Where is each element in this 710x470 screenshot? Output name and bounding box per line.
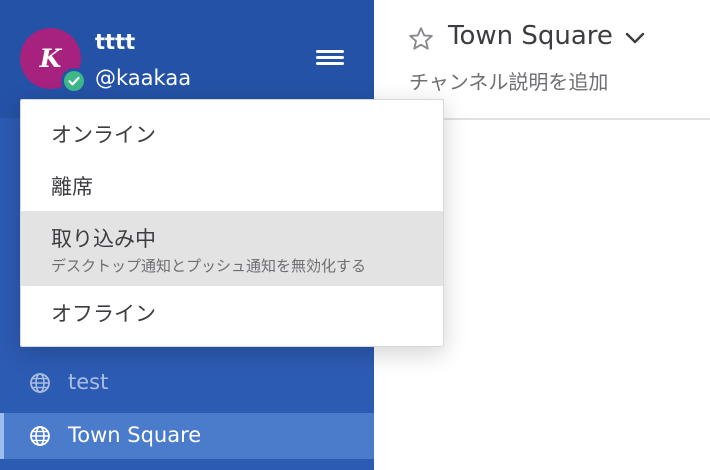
status-option-label: オフライン (51, 302, 156, 326)
sidebar-item-test[interactable]: test (0, 360, 374, 406)
add-channel-description-link[interactable]: チャンネル説明を追加 (409, 66, 608, 95)
status-dnd-option[interactable]: 取り込み中 デスクトップ通知とプッシュ通知を無効化する (21, 211, 443, 286)
sidebar-item-label: Town Square (68, 423, 202, 447)
hamburger-icon-line (316, 56, 344, 59)
status-option-label: 取り込み中 (51, 227, 156, 251)
active-channel-indicator (0, 413, 4, 459)
status-online-option[interactable]: オンライン (21, 100, 443, 156)
hamburger-icon (316, 50, 344, 53)
channel-title[interactable]: Town Square (448, 21, 613, 51)
sidebar-item-town-square[interactable]: Town Square (0, 413, 374, 459)
status-option-label: 離席 (51, 175, 93, 199)
sidebar-item-label: test (68, 370, 109, 394)
status-offline-option[interactable]: オフライン (21, 286, 443, 346)
chevron-down-icon[interactable] (624, 30, 646, 46)
globe-icon (30, 426, 50, 446)
user-handle[interactable]: @kaakaa (95, 66, 191, 90)
username[interactable]: tttt (95, 30, 135, 54)
status-dropdown-menu: オンライン 離席 取り込み中 デスクトップ通知とプッシュ通知を無効化する オフラ… (20, 99, 444, 347)
status-option-description: デスクトップ通知とプッシュ通知を無効化する (51, 257, 367, 275)
status-option-label: オンライン (51, 123, 156, 147)
hamburger-icon-line (316, 62, 344, 65)
star-icon[interactable] (407, 25, 435, 53)
main-menu-button[interactable] (312, 44, 348, 72)
status-away-option[interactable]: 離席 (21, 156, 443, 212)
globe-icon (30, 373, 50, 393)
online-status-icon[interactable] (61, 68, 87, 94)
